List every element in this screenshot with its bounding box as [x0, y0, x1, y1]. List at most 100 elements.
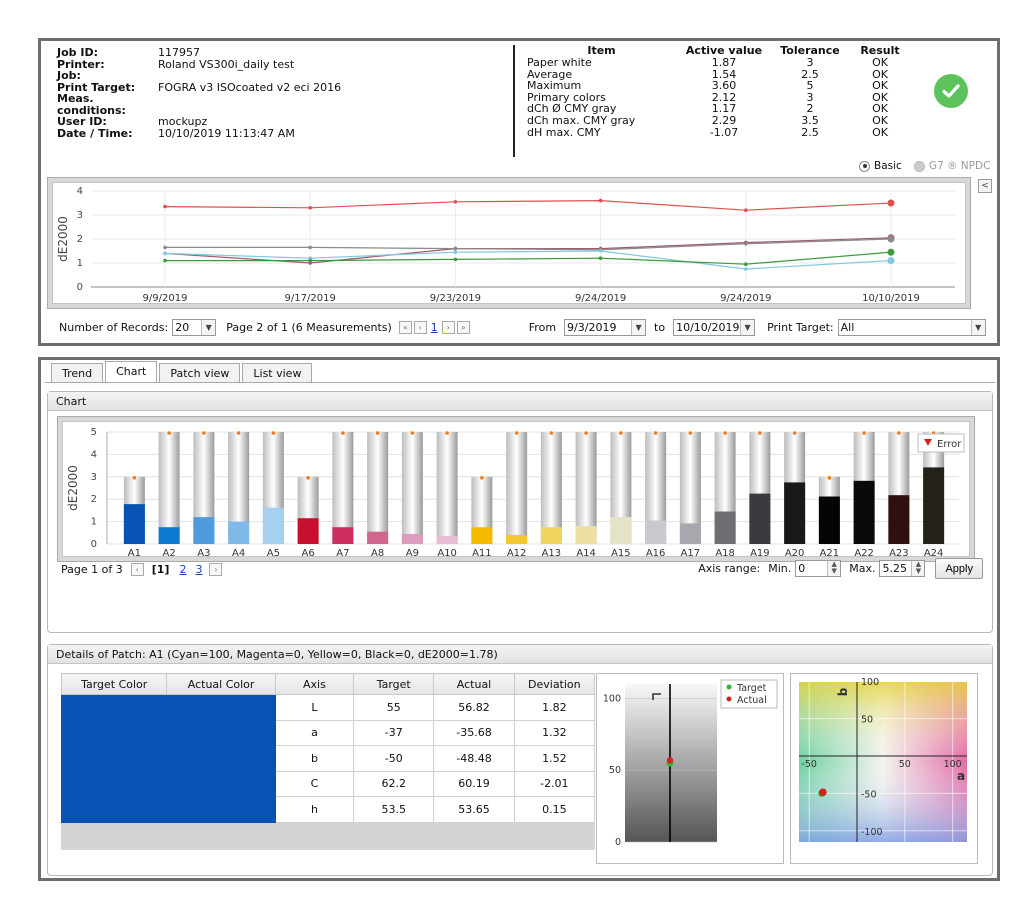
chart-xtick: A15 — [611, 548, 631, 556]
trend-ytick: 0 — [77, 282, 83, 293]
prev-page-button[interactable]: ‹ — [413, 320, 427, 334]
patch-bar — [749, 493, 771, 544]
tab-chart[interactable]: Chart — [105, 361, 158, 383]
trend-point — [453, 257, 458, 262]
patch-bar — [610, 517, 632, 544]
details-row: L 55 56.82 1.82 — [60, 694, 596, 823]
collapse-button[interactable]: < — [978, 179, 992, 193]
tab-patch-view[interactable]: Patch view — [159, 363, 241, 383]
tolerance-marker — [758, 431, 762, 435]
details-cell: b — [274, 745, 355, 772]
details-cell: a — [274, 719, 355, 746]
details-title: Details of Patch: A1 (Cyan=100, Magenta=… — [48, 645, 992, 664]
details-cell: -48.48 — [433, 745, 515, 772]
legend-label: Error — [937, 439, 962, 450]
job-info-value: 10/10/2019 11:13:47 AM — [158, 126, 295, 140]
result-tolerance: 2.5 — [801, 125, 819, 139]
tolerance-marker — [862, 431, 866, 435]
tolerance-marker — [306, 476, 310, 480]
chart-xtick: A19 — [750, 548, 770, 556]
tolerance-marker — [688, 431, 693, 435]
axis-range: Axis range: Min. 0 ▲ ▼ Max. 5.25 ▲ ▼ Apply — [698, 558, 983, 579]
tolerance-marker — [480, 476, 484, 480]
records-label: Number of Records: — [59, 320, 169, 334]
trend-point — [308, 206, 312, 210]
last-page-button[interactable]: » — [456, 320, 470, 334]
tolerance-marker — [514, 431, 519, 435]
print-target-select[interactable]: All ▼ — [837, 318, 986, 336]
details-cell: 1.52 — [513, 745, 596, 772]
tab-trend[interactable]: Trend — [51, 363, 104, 383]
basic-label: Basic — [874, 160, 902, 172]
patch-bar — [228, 521, 250, 544]
tab-list-view[interactable]: List view — [242, 363, 313, 383]
basic-radio[interactable] — [859, 160, 870, 172]
patch-bar — [818, 496, 840, 544]
tolerance-marker — [132, 476, 137, 480]
ab-xlabel: a — [957, 769, 965, 783]
trend-point — [163, 245, 167, 250]
lightness-tick: 100 — [603, 693, 621, 704]
chart-ytick: 0 — [91, 539, 97, 550]
job-info-label: User ID: — [57, 115, 107, 128]
trend-ytick: 1 — [77, 258, 83, 269]
next-page-button[interactable]: › — [441, 320, 455, 334]
chart-next-button[interactable]: › — [209, 563, 223, 576]
trend-xtick: 9/17/2019 — [285, 293, 336, 303]
patch-bar — [367, 531, 389, 544]
details-cell: 62.2 — [353, 770, 435, 797]
details-cell: 1.82 — [513, 694, 596, 721]
tolerance-marker — [375, 431, 380, 435]
trend-ylabel: dE2000 — [56, 216, 70, 262]
first-page-button[interactable]: « — [398, 320, 412, 334]
tolerance-bar — [367, 432, 389, 544]
chart-xtick: A2 — [163, 548, 176, 556]
tolerance-marker — [584, 431, 588, 435]
patch-bar — [123, 504, 145, 544]
job-info-row: Printer: Roland VS300i_daily test — [57, 57, 341, 71]
from-date[interactable]: 9/3/2019 ▼ — [564, 318, 647, 336]
trend-xtick: 9/23/2019 — [430, 293, 481, 303]
trend-point — [163, 251, 167, 256]
trend-toolbar: Number of Records: 20 ▼ Page 2 of 1 (6 Me… — [59, 317, 999, 337]
patch-bar — [923, 467, 945, 544]
chart-prev-button[interactable]: ‹ — [130, 563, 144, 576]
chart-page-3[interactable]: 3 — [195, 563, 202, 576]
job-info: Job ID: 117957 Printer: Roland VS300i_daily… — [57, 47, 341, 139]
g7-radio[interactable] — [913, 160, 925, 172]
max-input[interactable]: 5.25 ▲ ▼ — [879, 560, 926, 577]
trend-point — [308, 245, 312, 250]
page-link-1[interactable]: 1 — [431, 321, 438, 334]
records-select[interactable]: 20 ▼ — [172, 318, 217, 336]
trend-point — [598, 198, 603, 203]
chart-xtick: A24 — [924, 548, 944, 556]
trend-point — [163, 258, 167, 263]
trend-point — [744, 242, 748, 246]
trend-xtick: 9/24/2019 — [575, 293, 626, 303]
chart-xtick: A13 — [542, 548, 562, 556]
result-status: OK — [872, 113, 888, 127]
details-table-container: Target Color Actual Color Axis Target Actual… — [60, 673, 596, 850]
min-input[interactable]: 0 ▲ ▼ — [795, 560, 842, 577]
chart-ytick: 5 — [91, 427, 97, 438]
chart-pager: Page 1 of 3 ‹ [1] 2 3 › — [61, 563, 223, 576]
chart-page-2[interactable]: 2 — [179, 563, 186, 576]
details-cell: -2.01 — [513, 770, 596, 797]
job-info-row: Print Target: FOGRA v3 ISOcoated v2 eci 2… — [57, 80, 342, 94]
ab-ytick: 100 — [861, 677, 879, 688]
trend-series-line — [164, 199, 892, 211]
details-cell: -50 — [353, 745, 435, 772]
ab-overlay — [799, 682, 967, 842]
job-info-value: FOGRA v3 ISOcoated v2 eci 2016 — [158, 80, 342, 94]
patch-bar — [332, 527, 354, 544]
apply-button[interactable]: Apply — [935, 558, 983, 579]
details-table: Target Color Actual Color Axis Target Actual… — [60, 673, 596, 823]
trend-point — [744, 262, 748, 266]
ab-actual-point — [819, 788, 827, 797]
result-row: dH max. CMY -1.07 2.5 OK — [527, 125, 912, 139]
job-info-value: Roland VS300i_daily test — [158, 57, 295, 71]
tolerance-marker — [897, 431, 901, 435]
to-date[interactable]: 10/10/2019 ▼ — [673, 318, 756, 336]
trend-point — [887, 235, 895, 243]
job-info-value: mockupz — [158, 115, 208, 128]
